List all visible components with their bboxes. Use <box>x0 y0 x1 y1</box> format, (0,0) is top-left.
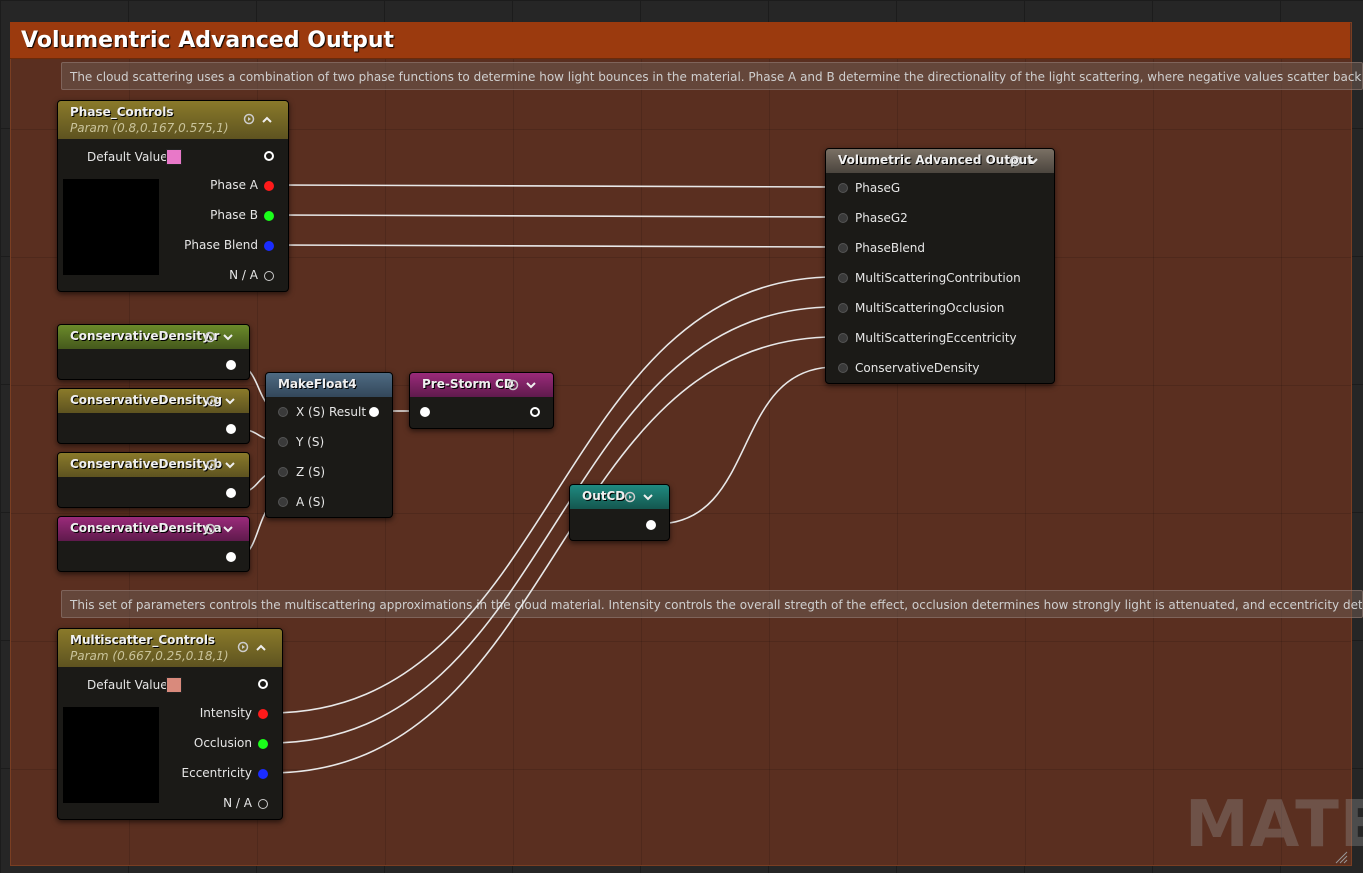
prestorm-cd-output-pin[interactable] <box>530 407 540 417</box>
output-pin-occlusion[interactable] <box>258 739 268 749</box>
output-pin-na[interactable] <box>264 271 274 281</box>
collapse-icon[interactable] <box>261 114 273 126</box>
makefloat4-input-x: X (S) <box>296 405 326 419</box>
wire-phase-a <box>274 184 836 188</box>
phase-controls-subtitle: Param (0.8,0.167,0.575,1) <box>70 121 229 135</box>
cd-a-output-pin[interactable] <box>226 552 236 562</box>
input-label-ms-occlusion: MultiScatteringOcclusion <box>855 301 1005 315</box>
cd-b-title: ConservativeDensity.b <box>70 457 223 471</box>
chevron-down-icon[interactable] <box>222 331 234 343</box>
makefloat4-input-pin-z[interactable] <box>278 467 288 477</box>
output-pin-rgba[interactable] <box>264 151 274 161</box>
input-pin-phaseg2[interactable] <box>838 213 848 223</box>
makefloat4-input-pin-y[interactable] <box>278 437 288 447</box>
cd-a-title: ConservativeDensity.a <box>70 521 222 535</box>
default-value-label: Default Value <box>87 678 168 692</box>
output-pin-na[interactable] <box>258 799 268 809</box>
output-pin-phase-blend[interactable] <box>264 241 274 251</box>
input-pin-ms-eccentricity[interactable] <box>838 333 848 343</box>
output-pin-intensity[interactable] <box>258 709 268 719</box>
cd-r-node[interactable]: ConservativeDensity.r <box>57 324 250 380</box>
multiscatter-controls-subtitle: Param (0.667,0.25,0.18,1) <box>70 649 229 663</box>
chevron-down-icon[interactable] <box>525 379 537 391</box>
preview-toggle-icon[interactable] <box>206 459 218 471</box>
makefloat4-title: MakeFloat4 <box>278 377 357 391</box>
input-label-phaseg: PhaseG <box>855 181 901 195</box>
input-label-ms-contribution: MultiScatteringContribution <box>855 271 1021 285</box>
cd-g-title: ConservativeDensity.g <box>70 393 223 407</box>
multiscatter-preview <box>63 707 159 803</box>
preview-toggle-icon[interactable] <box>1009 155 1021 167</box>
preview-toggle-icon[interactable] <box>204 331 216 343</box>
input-label-ms-eccentricity: MultiScatteringEccentricity <box>855 331 1017 345</box>
makefloat4-input-pin-x[interactable] <box>278 407 288 417</box>
default-value-label: Default Value <box>87 150 168 164</box>
makefloat4-input-pin-a[interactable] <box>278 497 288 507</box>
multiscatter-controls-node[interactable]: Multiscatter_Controls Param (0.667,0.25,… <box>57 628 283 820</box>
prestorm-cd-node[interactable]: Pre-Storm CD <box>409 372 554 429</box>
chevron-down-icon[interactable] <box>1027 155 1039 167</box>
output-label-na: N / A <box>229 268 258 282</box>
outcd-node[interactable]: OutCD <box>569 484 670 541</box>
phase-preview <box>63 179 159 275</box>
preview-toggle-icon[interactable] <box>237 641 249 653</box>
multiscatter-controls-title: Multiscatter_Controls <box>70 633 216 647</box>
makefloat4-output-pin[interactable] <box>369 407 379 417</box>
output-label-phase-b: Phase B <box>210 208 258 222</box>
chevron-down-icon[interactable] <box>222 523 234 535</box>
input-pin-conservative-density[interactable] <box>838 363 848 373</box>
preview-toggle-icon[interactable] <box>507 379 519 391</box>
makefloat4-input-y: Y (S) <box>296 435 325 449</box>
output-label-intensity: Intensity <box>199 706 252 720</box>
input-pin-phaseblend[interactable] <box>838 243 848 253</box>
preview-toggle-icon[interactable] <box>204 523 216 535</box>
collapse-icon[interactable] <box>255 642 267 654</box>
cd-r-title: ConservativeDensity.r <box>70 329 220 343</box>
output-label-eccentricity: Eccentricity <box>181 766 252 780</box>
outcd-output-pin[interactable] <box>646 520 656 530</box>
input-pin-ms-contribution[interactable] <box>838 273 848 283</box>
default-value-swatch[interactable] <box>166 677 182 693</box>
outcd-title: OutCD <box>582 489 626 503</box>
phase-controls-node[interactable]: Phase_Controls Param (0.8,0.167,0.575,1)… <box>57 100 289 292</box>
chevron-down-icon[interactable] <box>224 459 236 471</box>
volumetric-output-node[interactable]: Volumetric Advanced Output PhaseG PhaseG… <box>825 148 1055 384</box>
output-pin-phase-b[interactable] <box>264 211 274 221</box>
preview-toggle-icon[interactable] <box>243 113 255 125</box>
makefloat4-output-label: Result <box>329 405 367 419</box>
wire-phase-b <box>274 214 836 218</box>
cd-b-output-pin[interactable] <box>226 488 236 498</box>
output-label-na: N / A <box>223 796 252 810</box>
chevron-down-icon[interactable] <box>642 491 654 503</box>
input-label-phaseg2: PhaseG2 <box>855 211 908 225</box>
preview-toggle-icon[interactable] <box>624 491 636 503</box>
cd-b-node[interactable]: ConservativeDensity.b <box>57 452 250 508</box>
input-pin-ms-occlusion[interactable] <box>838 303 848 313</box>
output-pin-eccentricity[interactable] <box>258 769 268 779</box>
cd-a-node[interactable]: ConservativeDensity.a <box>57 516 250 572</box>
makefloat4-input-z: Z (S) <box>296 465 326 479</box>
cd-r-output-pin[interactable] <box>226 360 236 370</box>
output-label-phase-blend: Phase Blend <box>184 238 258 252</box>
wire-phase-blend <box>274 244 836 248</box>
input-pin-phaseg[interactable] <box>838 183 848 193</box>
preview-toggle-icon[interactable] <box>206 395 218 407</box>
output-pin-rgba[interactable] <box>258 679 268 689</box>
prestorm-cd-input-pin[interactable] <box>420 407 430 417</box>
input-label-conservative-density: ConservativeDensity <box>855 361 980 375</box>
makefloat4-node[interactable]: MakeFloat4 X (S) Result Y (S) Z (S) A (S… <box>265 372 393 518</box>
phase-controls-title: Phase_Controls <box>70 105 174 119</box>
cd-g-node[interactable]: ConservativeDensity.g <box>57 388 250 444</box>
output-label-phase-a: Phase A <box>210 178 258 192</box>
chevron-down-icon[interactable] <box>224 395 236 407</box>
volumetric-output-title: Volumetric Advanced Output <box>838 153 1033 167</box>
output-label-occlusion: Occlusion <box>193 736 252 750</box>
makefloat4-input-a: A (S) <box>296 495 326 509</box>
input-label-phaseblend: PhaseBlend <box>855 241 926 255</box>
default-value-swatch[interactable] <box>166 149 182 165</box>
prestorm-cd-title: Pre-Storm CD <box>422 377 514 391</box>
cd-g-output-pin[interactable] <box>226 424 236 434</box>
output-pin-phase-a[interactable] <box>264 181 274 191</box>
